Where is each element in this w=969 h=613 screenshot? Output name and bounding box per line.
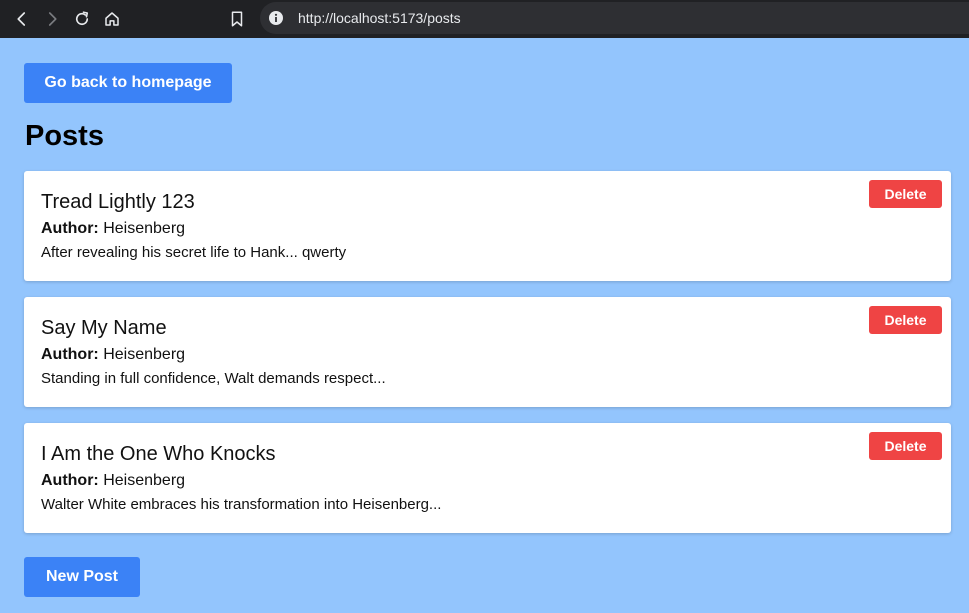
- post-excerpt: After revealing his secret life to Hank.…: [41, 244, 347, 261]
- delete-button[interactable]: Delete: [869, 432, 942, 460]
- browser-toolbar: http://localhost:5173/posts: [0, 0, 969, 38]
- delete-button[interactable]: Delete: [869, 180, 942, 208]
- author-name: Heisenberg: [103, 346, 186, 363]
- author-label: Author:: [41, 472, 99, 489]
- author-label: Author:: [41, 346, 99, 363]
- author-name: Heisenberg: [103, 220, 186, 237]
- author-label: Author:: [41, 220, 99, 237]
- post-card: Tread Lightly 123 Author: Heisenberg Aft…: [24, 171, 951, 281]
- post-excerpt: Walter White embraces his transformation…: [41, 496, 442, 513]
- post-card: Say My Name Author: Heisenberg Standing …: [24, 297, 951, 407]
- address-bar[interactable]: http://localhost:5173/posts: [260, 2, 969, 34]
- post-author: Author: Heisenberg: [41, 346, 185, 364]
- url-text[interactable]: http://localhost:5173/posts: [298, 10, 461, 26]
- post-title: Say My Name: [41, 317, 167, 339]
- go-back-homepage-button[interactable]: Go back to homepage: [24, 63, 232, 103]
- post-title: Tread Lightly 123: [41, 191, 195, 213]
- back-icon[interactable]: [10, 7, 34, 31]
- post-title: I Am the One Who Knocks: [41, 443, 276, 465]
- post-excerpt: Standing in full confidence, Walt demand…: [41, 370, 386, 387]
- post-card: I Am the One Who Knocks Author: Heisenbe…: [24, 423, 951, 533]
- home-icon[interactable]: [100, 7, 124, 31]
- post-author: Author: Heisenberg: [41, 220, 185, 238]
- post-list: Tread Lightly 123 Author: Heisenberg Aft…: [24, 171, 951, 549]
- forward-icon[interactable]: [40, 7, 64, 31]
- reload-icon[interactable]: [70, 7, 94, 31]
- new-post-button[interactable]: New Post: [24, 557, 140, 597]
- post-author: Author: Heisenberg: [41, 472, 185, 490]
- author-name: Heisenberg: [103, 472, 186, 489]
- delete-button[interactable]: Delete: [869, 306, 942, 334]
- bookmark-icon[interactable]: [225, 7, 249, 31]
- site-info-icon[interactable]: [268, 10, 284, 26]
- page-title: Posts: [25, 120, 104, 152]
